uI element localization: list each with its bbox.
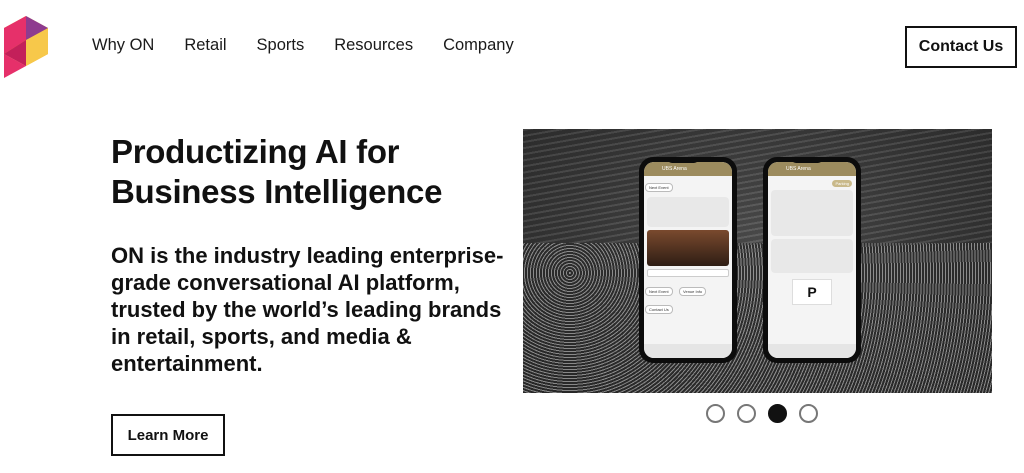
learn-more-button[interactable]: Learn More [111, 414, 225, 456]
chip-next-event-2: Next Event [645, 287, 673, 296]
main-nav: Why ON Retail Sports Resources Company [92, 36, 544, 55]
chat-header: UBS Arena [644, 162, 732, 176]
chat-message [647, 197, 729, 227]
event-card-image [647, 230, 729, 266]
carousel-slide-image: UBS Arena Next Event Next Event Venue In… [523, 129, 992, 393]
arena-crowd [523, 243, 992, 393]
nav-item-sports[interactable]: Sports [257, 36, 305, 55]
chip-parking: Parking [832, 180, 852, 187]
phone-mockup-right: UBS Arena Parking P [763, 157, 861, 363]
chat-toolbar-right [768, 344, 856, 358]
nav-item-resources[interactable]: Resources [334, 36, 413, 55]
chat-header-right: UBS Arena [768, 162, 856, 176]
chat-toolbar [644, 344, 732, 358]
parking-message [771, 190, 853, 236]
carousel-dot-4[interactable] [799, 404, 818, 423]
chip-next-event: Next Event [645, 183, 673, 192]
nav-item-why-on[interactable]: Why ON [92, 36, 154, 55]
phone-mockup-left: UBS Arena Next Event Next Event Venue In… [639, 157, 737, 363]
nav-item-retail[interactable]: Retail [184, 36, 226, 55]
buy-now-button [647, 269, 729, 277]
chip-venue-info: Venue Info [679, 287, 707, 296]
arena-stands [523, 129, 992, 249]
parking-icon: P [792, 279, 832, 305]
carousel-dot-2[interactable] [737, 404, 756, 423]
carousel-dot-3[interactable] [768, 404, 787, 423]
hero-headline: Productizing AI for Business Intelligenc… [111, 133, 443, 210]
chip-contact-us: Contact Us [645, 305, 673, 314]
carousel-dot-1[interactable] [706, 404, 725, 423]
on-logo[interactable] [4, 16, 50, 78]
parking-message-2 [771, 239, 853, 273]
contact-us-button[interactable]: Contact Us [905, 26, 1017, 68]
hero-subhead: ON is the industry leading enterprise-gr… [111, 243, 504, 376]
nav-item-company[interactable]: Company [443, 36, 514, 55]
carousel-dots [706, 404, 818, 423]
